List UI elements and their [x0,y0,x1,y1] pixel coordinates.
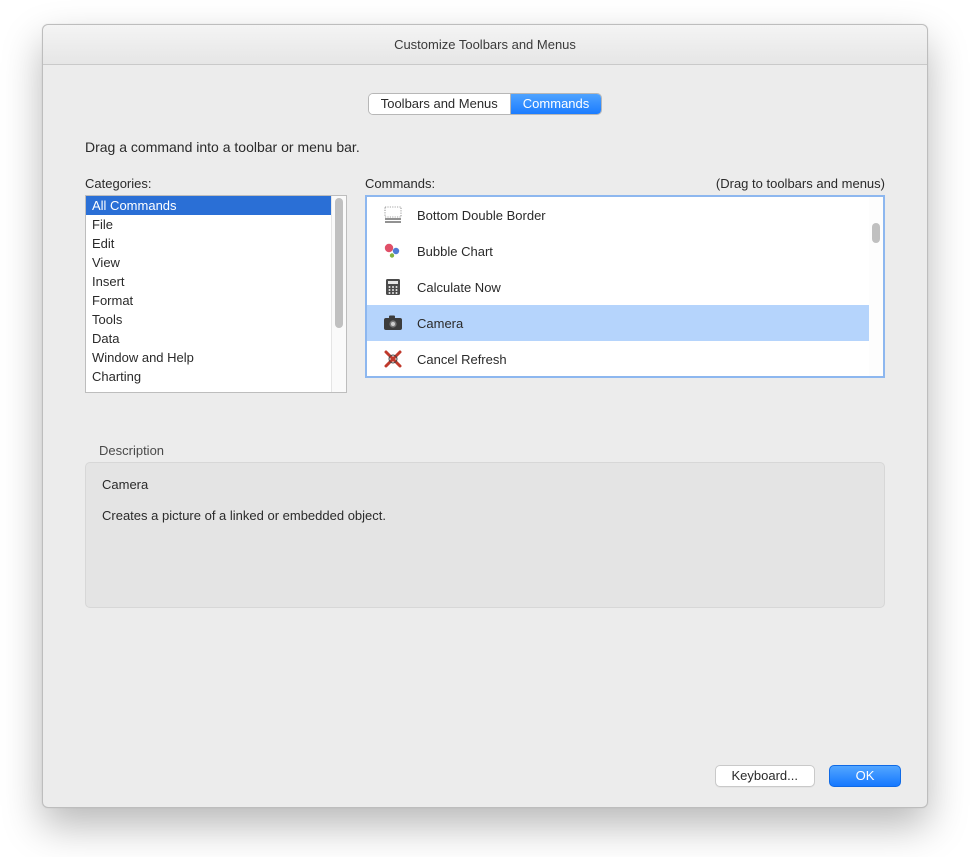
main-panel: Toolbars and Menus Commands Drag a comma… [63,85,907,751]
category-item[interactable]: Data [86,329,331,348]
command-item[interactable]: Bubble Chart [367,233,869,269]
tab-toolbars-and-menus[interactable]: Toolbars and Menus [369,94,511,114]
command-label: Bubble Chart [417,244,493,259]
titlebar: Customize Toolbars and Menus [43,25,927,65]
ok-button[interactable]: OK [829,765,901,787]
drag-hint: (Drag to toolbars and menus) [716,176,885,191]
category-item[interactable]: View [86,253,331,272]
categories-label: Categories: [85,176,347,191]
category-item[interactable]: All Commands [86,196,331,215]
description-label: Description [99,443,885,458]
cancel-refresh-icon [381,347,405,371]
window-body: Toolbars and Menus Commands Drag a comma… [43,65,927,807]
command-item[interactable]: Calculate Now [367,269,869,305]
commands-listbox[interactable]: Bottom Double Border [365,195,885,378]
border-bottom-double-icon [381,203,405,227]
tab-commands[interactable]: Commands [511,94,601,114]
command-label: Bottom Double Border [417,208,546,223]
category-item[interactable]: Window and Help [86,348,331,367]
window-title: Customize Toolbars and Menus [394,37,576,52]
command-item[interactable]: Camera [367,305,869,341]
categories-scrollbar[interactable] [331,196,346,392]
scrollbar-thumb[interactable] [335,198,343,328]
bubble-chart-icon [381,239,405,263]
category-item[interactable]: Insert [86,272,331,291]
commands-scrollbar[interactable] [869,197,883,376]
description-command-name: Camera [102,477,868,492]
instruction-text: Drag a command into a toolbar or menu ba… [85,139,885,155]
command-label: Cancel Refresh [417,352,507,367]
calculator-icon [381,275,405,299]
category-item[interactable]: File [86,215,331,234]
keyboard-button[interactable]: Keyboard... [715,765,816,787]
command-item[interactable]: Bottom Double Border [367,197,869,233]
category-item[interactable]: Tools [86,310,331,329]
camera-icon [381,311,405,335]
customize-toolbars-window: Customize Toolbars and Menus Toolbars an… [42,24,928,808]
footer: Keyboard... OK [63,755,907,787]
commands-label: Commands: [365,176,716,191]
category-item[interactable]: Edit [86,234,331,253]
category-item[interactable]: Format [86,291,331,310]
command-label: Camera [417,316,463,331]
scrollbar-thumb[interactable] [872,223,880,243]
tabstrip: Toolbars and Menus Commands [368,93,603,115]
category-item[interactable]: Charting [86,367,331,386]
description-text: Creates a picture of a linked or embedde… [102,508,868,523]
description-box: Camera Creates a picture of a linked or … [85,462,885,608]
command-item[interactable]: Cancel Refresh [367,341,869,376]
description-section: Description Camera Creates a picture of … [85,443,885,608]
command-label: Calculate Now [417,280,501,295]
categories-listbox[interactable]: All Commands File Edit View Insert Forma… [85,195,347,393]
